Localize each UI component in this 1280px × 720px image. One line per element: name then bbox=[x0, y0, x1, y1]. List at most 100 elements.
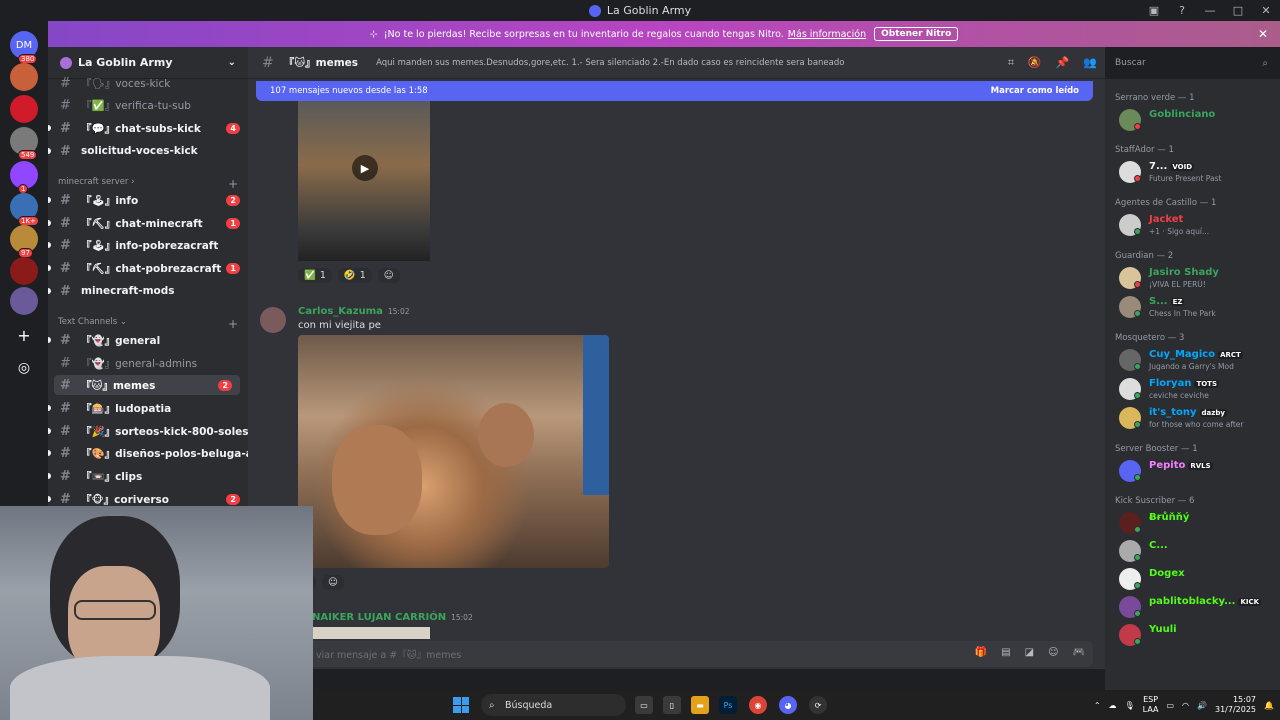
category-header[interactable]: minecraft server › + bbox=[58, 177, 238, 191]
server-icon[interactable]: 549 bbox=[10, 127, 38, 160]
channel-item[interactable]: # solicitud-voces-kick bbox=[48, 141, 248, 161]
volume-icon[interactable]: 🔊 bbox=[1197, 701, 1207, 710]
channel-item[interactable]: # 『👻』general bbox=[48, 330, 248, 350]
mark-as-read-button[interactable]: Marcar como leído bbox=[991, 86, 1079, 96]
notification-icon[interactable]: 🔔 bbox=[1264, 701, 1274, 710]
search-icon: ⌕ bbox=[1262, 57, 1268, 69]
cloud-icon[interactable]: ☁ bbox=[1109, 701, 1117, 710]
channel-item[interactable]: # 『🎰』ludopatia bbox=[48, 398, 248, 418]
channel-item[interactable]: # 『✅』verifica-tu-sub bbox=[48, 95, 248, 115]
play-icon[interactable]: ▶ bbox=[352, 155, 378, 181]
message-list: 107 mensajes nuevos desde las 1:58 Marca… bbox=[248, 79, 1105, 639]
close-button[interactable]: ✕ bbox=[1252, 4, 1280, 17]
add-server-icon[interactable]: + bbox=[10, 321, 38, 349]
channel-item[interactable]: # 『🎉』sorteos-kick-800-soles bbox=[48, 421, 248, 441]
wifi-icon[interactable]: ◠ bbox=[1182, 701, 1189, 710]
apps-icon[interactable]: 🎮 bbox=[1073, 647, 1085, 658]
member-item[interactable]: Ƀɍůňňý bbox=[1105, 510, 1280, 536]
add-reaction-icon[interactable]: ☺ bbox=[377, 268, 400, 283]
channel-item[interactable]: # 『🕹』info 2 bbox=[48, 190, 248, 210]
threads-icon[interactable]: ⌗ bbox=[1008, 56, 1014, 70]
channel-item[interactable]: # 『🎨』diseños-polos-beluga-ar... bbox=[48, 443, 248, 463]
new-messages-bar[interactable]: 107 mensajes nuevos desde las 1:58 Marca… bbox=[256, 81, 1093, 101]
channel-item[interactable]: # minecraft-mods bbox=[48, 281, 248, 301]
gift-icon[interactable]: 🎁 bbox=[975, 647, 987, 658]
channel-item[interactable]: # 『🕹』info-pobrezacraft bbox=[48, 235, 248, 255]
app-icon[interactable]: ▯ bbox=[663, 696, 681, 714]
emoji-icon[interactable]: ☺ bbox=[1048, 647, 1058, 658]
chevron-up-icon[interactable]: ⌃ bbox=[1094, 701, 1101, 710]
sticker-icon[interactable]: ◪ bbox=[1025, 647, 1034, 658]
message-author[interactable]: NAIKER LUJAN CARRIÓN 15:02 bbox=[312, 612, 473, 623]
mic-icon[interactable]: 🎙 bbox=[1125, 701, 1135, 710]
server-icon[interactable]: 97 bbox=[10, 225, 38, 258]
member-item[interactable]: 7... VOID Future Present Past bbox=[1105, 159, 1280, 185]
server-icon[interactable]: 1 bbox=[10, 161, 38, 194]
member-item[interactable]: Floryan TOTS ceviche ceviche bbox=[1105, 376, 1280, 402]
clock[interactable]: 15:07 31/7/2025 bbox=[1215, 695, 1256, 715]
message-input[interactable]: viar mensaje a #『🐱』memes bbox=[256, 641, 1093, 667]
mute-bell-icon[interactable]: 🔕 bbox=[1028, 56, 1042, 70]
language-indicator[interactable]: ESP LAA bbox=[1143, 695, 1159, 715]
member-item[interactable]: it's_tony dazby for those who come after bbox=[1105, 405, 1280, 431]
channel-item[interactable]: # 『🐱』memes 2 bbox=[54, 375, 240, 395]
category-header[interactable]: Text Channels ⌄ + bbox=[58, 317, 238, 331]
unread-indicator bbox=[48, 337, 51, 343]
server-icon[interactable]: DM 380 bbox=[10, 31, 38, 64]
get-nitro-button[interactable]: Obtener Nitro bbox=[874, 27, 959, 41]
explore-icon[interactable]: ◎ bbox=[10, 354, 38, 382]
add-channel-icon[interactable]: + bbox=[228, 317, 238, 331]
server-icon[interactable]: 1K+ bbox=[10, 193, 39, 226]
member-item[interactable]: Dogex bbox=[1105, 566, 1280, 592]
add-reaction-icon[interactable]: ☺ bbox=[322, 575, 344, 590]
add-channel-icon[interactable]: + bbox=[228, 177, 238, 191]
server-icon[interactable] bbox=[10, 257, 38, 285]
channel-item[interactable]: # 『👻』general-admins bbox=[48, 353, 248, 373]
inbox-icon[interactable]: ▣ bbox=[1140, 4, 1168, 17]
member-item[interactable]: Cuy_Magico ARCT Jugando a Garry's Mod bbox=[1105, 347, 1280, 373]
channel-item[interactable]: # 『💬』chat-subs-kick 4 bbox=[48, 118, 248, 138]
reaction[interactable]: 🤣 1 bbox=[337, 268, 372, 283]
taskbar-search[interactable]: ⌕ Búsqueda bbox=[481, 694, 626, 716]
close-banner-icon[interactable]: ✕ bbox=[1258, 27, 1268, 41]
app-icon[interactable]: ⟳ bbox=[809, 696, 827, 714]
gif-icon[interactable]: ▤ bbox=[1001, 647, 1010, 658]
member-item[interactable]: Pepito RVLS bbox=[1105, 458, 1280, 484]
discord-taskbar-icon[interactable]: ◕ bbox=[779, 696, 797, 714]
chrome-icon[interactable]: ◉ bbox=[749, 696, 767, 714]
channel-item[interactable]: # 『🗣』voces-kick bbox=[48, 73, 248, 93]
search-input[interactable]: Buscar ⌕ bbox=[1110, 53, 1274, 73]
video-attachment[interactable]: ▶ bbox=[298, 101, 430, 261]
member-item[interactable]: Jacket +1 · Sigo aquí... bbox=[1105, 212, 1280, 238]
members-icon[interactable]: 👥 bbox=[1083, 56, 1097, 70]
member-item[interactable]: pablitoblacky... KICK bbox=[1105, 594, 1280, 620]
member-item[interactable]: Jasiro Shady ¡VIVA EL PERÚ! bbox=[1105, 265, 1280, 291]
image-attachment[interactable] bbox=[298, 335, 609, 568]
image-attachment[interactable] bbox=[312, 627, 430, 639]
server-icon[interactable] bbox=[10, 63, 38, 91]
reaction[interactable]: ✅ 1 bbox=[298, 268, 332, 283]
display-icon[interactable]: ▭ bbox=[1166, 701, 1174, 710]
file-explorer-icon[interactable]: ▬ bbox=[691, 696, 709, 714]
channel-item[interactable]: # 『🐵』coriverso 2 bbox=[48, 489, 248, 506]
member-item[interactable]: C... bbox=[1105, 538, 1280, 564]
minimize-button[interactable]: — bbox=[1196, 4, 1224, 17]
server-icon[interactable] bbox=[10, 95, 38, 123]
member-item[interactable]: Yuuli bbox=[1105, 622, 1280, 648]
nitro-more-info-link[interactable]: Más información bbox=[788, 29, 866, 40]
pin-icon[interactable]: 📌 bbox=[1056, 56, 1070, 70]
member-item[interactable]: S... EZ Chess In The Park bbox=[1105, 294, 1280, 320]
help-icon[interactable]: ? bbox=[1168, 4, 1196, 17]
server-icon[interactable] bbox=[10, 287, 38, 315]
message-author[interactable]: Carlos_Kazuma 15:02 bbox=[298, 306, 410, 317]
task-view-icon[interactable]: ▭ bbox=[635, 696, 653, 714]
channel-item[interactable]: # 『📼』clips bbox=[48, 466, 248, 486]
maximize-button[interactable]: □ bbox=[1224, 4, 1252, 17]
channel-topic[interactable]: Aqui manden sus memes.Desnudos,gore,etc.… bbox=[376, 58, 844, 68]
avatar[interactable] bbox=[260, 307, 286, 333]
member-item[interactable]: Goblinciano bbox=[1105, 107, 1280, 133]
channel-item[interactable]: # 『⛏』chat-pobrezacraft 1 bbox=[48, 258, 248, 278]
channel-item[interactable]: # 『⛏』chat-minecraft 1 bbox=[48, 213, 248, 233]
start-button[interactable] bbox=[453, 697, 469, 713]
photoshop-icon[interactable]: Ps bbox=[719, 696, 737, 714]
